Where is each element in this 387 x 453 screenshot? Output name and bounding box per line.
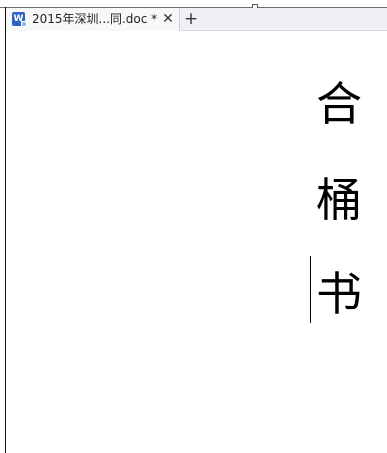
document-canvas[interactable]: 合 桶 书 xyxy=(6,31,387,453)
tab-title: 2015年深圳...同.doc * xyxy=(32,12,158,26)
app-window: W 2015年深圳...同.doc * ✕ + 合 桶 书 xyxy=(0,0,387,453)
new-tab-button[interactable]: + xyxy=(182,8,200,31)
word-doc-icon: W xyxy=(12,12,27,27)
document-tab[interactable]: W 2015年深圳...同.doc * ✕ xyxy=(6,8,180,31)
document-char-1: 合 xyxy=(316,77,362,131)
text-cursor xyxy=(310,256,311,323)
close-icon[interactable]: ✕ xyxy=(160,8,176,31)
document-char-3: 书 xyxy=(316,267,362,321)
document-char-2: 桶 xyxy=(316,173,362,227)
document-tab-bar: W 2015年深圳...同.doc * ✕ + xyxy=(6,8,387,31)
